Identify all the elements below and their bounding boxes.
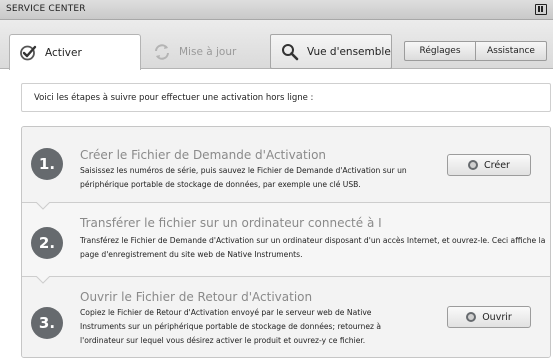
- button-dot-icon: [468, 160, 479, 170]
- steps-panel: 1. Créer le Fichier de Demande d'Activat…: [21, 126, 551, 358]
- step-description: Copiez le Fichier de Retour d'Activation…: [80, 308, 382, 345]
- creer-button[interactable]: Créer: [447, 154, 531, 176]
- tab-vue-ensemble-label: Vue d'ensemble: [307, 45, 391, 58]
- button-dot-icon: [466, 312, 477, 322]
- step-title: Transférer le fichier sur un ordinateur …: [80, 216, 382, 230]
- step-2: 2. Transférer le fichier sur un ordinate…: [22, 202, 550, 277]
- tab-activer-label: Activer: [45, 46, 82, 59]
- checkmark-icon: [19, 44, 37, 62]
- step-title: Ouvrir le Fichier de Retour d'Activation: [80, 290, 313, 304]
- reglages-button[interactable]: Réglages: [405, 42, 475, 60]
- intro-text: Voici les étapes à suivre pour effectuer…: [21, 83, 551, 112]
- step-title: Créer le Fichier de Demande d'Activation: [80, 148, 327, 162]
- step-connector-notch: [36, 276, 50, 284]
- header-button-group: Réglages Assistance: [404, 41, 547, 61]
- creer-button-label: Créer: [484, 159, 510, 171]
- step-description: Saisissez les numéros de série, puis sau…: [80, 166, 407, 189]
- native-instruments-logo-icon: [535, 4, 547, 15]
- step-number-badge: 1.: [31, 148, 63, 180]
- step-connector-notch: [36, 202, 50, 210]
- step-3: 3. Ouvrir le Fichier de Retour d'Activat…: [22, 276, 550, 357]
- tab-bar: Activer Mise à jour Vue d'ensemble Régla…: [0, 20, 553, 70]
- refresh-icon: [153, 43, 171, 61]
- window-title: SERVICE CENTER: [6, 4, 86, 14]
- step-number-badge: 2.: [31, 227, 63, 259]
- ouvrir-button-label: Ouvrir: [482, 311, 512, 323]
- ouvrir-button[interactable]: Ouvrir: [447, 306, 531, 328]
- tab-mise-a-jour-label: Mise à jour: [179, 45, 237, 58]
- tab-vue-ensemble[interactable]: Vue d'ensemble: [270, 34, 392, 69]
- magnifier-icon: [281, 43, 299, 61]
- title-bar: SERVICE CENTER: [0, 0, 553, 20]
- step-number-badge: 3.: [31, 307, 63, 339]
- tab-activer[interactable]: Activer: [9, 34, 141, 70]
- assistance-button[interactable]: Assistance: [475, 42, 546, 60]
- tab-mise-a-jour[interactable]: Mise à jour: [145, 34, 265, 69]
- step-description: Transférez le Fichier de Demande d'Activ…: [80, 236, 546, 259]
- step-1: 1. Créer le Fichier de Demande d'Activat…: [22, 127, 550, 203]
